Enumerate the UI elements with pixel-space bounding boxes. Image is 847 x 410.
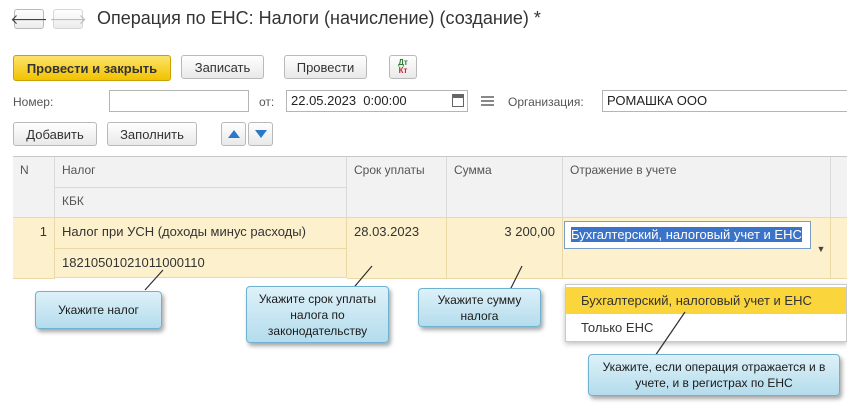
callout-sum: Укажите сумму налога xyxy=(418,288,541,327)
pointer-sum xyxy=(509,265,523,291)
callout-reflection: Укажите, если операция отражается и в уч… xyxy=(588,354,840,396)
pointer-reflection xyxy=(654,311,686,357)
pointer-tax xyxy=(144,269,164,291)
callout-pointers xyxy=(144,265,686,357)
callout-due-date: Укажите срок уплаты налога по законодате… xyxy=(246,286,389,343)
callout-tax: Укажите налог xyxy=(35,291,162,329)
